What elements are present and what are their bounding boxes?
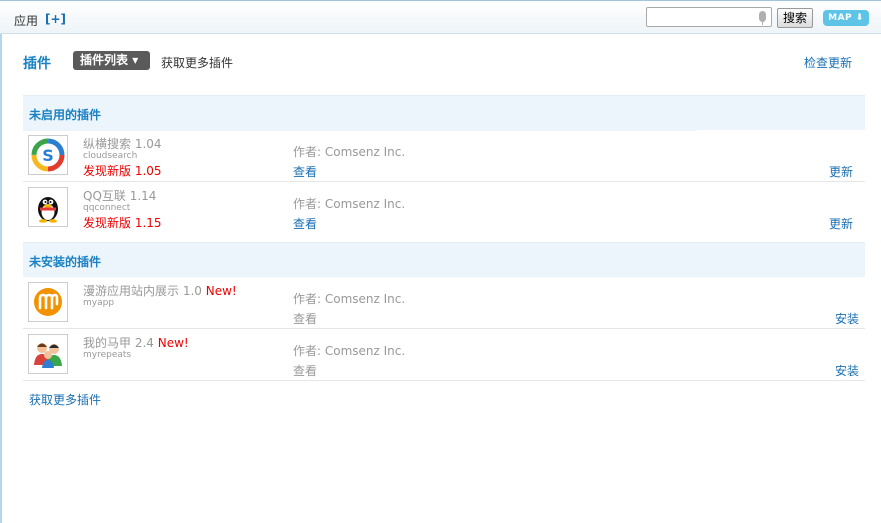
myrepeats-users-icon: [28, 334, 68, 374]
breadcrumb[interactable]: 应用: [14, 12, 38, 29]
map-label: MAP: [828, 13, 853, 23]
new-version-notice: 发现新版 1.05: [83, 164, 162, 178]
plugin-name: 漫游应用站内展示 1.0: [83, 284, 202, 298]
section-uninstalled-plugins: 未安装的插件: [23, 242, 865, 277]
qq-penguin-icon: [28, 187, 68, 227]
plugin-name-line: 我的马甲 2.4 New!: [83, 334, 189, 351]
search-input[interactable]: [646, 7, 772, 27]
plugin-name: QQ互联 1.14: [83, 189, 157, 203]
plugin-author: 作者: Comsenz Inc.: [293, 292, 406, 306]
plugin-author: 作者: Comsenz Inc.: [293, 145, 406, 159]
tab-plugin-list[interactable]: 插件列表 ▾: [73, 51, 150, 70]
plugin-id: qqconnect: [83, 203, 131, 213]
svg-text:S: S: [42, 146, 54, 165]
section-title: 未启用的插件: [29, 108, 102, 122]
new-badge: New!: [205, 284, 237, 298]
plugin-row: S 纵横搜索 1.04 cloudsearch 发现新版 1.05 作者: Co…: [23, 130, 865, 182]
install-link[interactable]: 安装: [835, 362, 859, 379]
cloudsearch-icon: S: [28, 135, 68, 175]
new-version-notice: 发现新版 1.15: [83, 216, 162, 230]
divider: [23, 130, 696, 131]
top-bar: 应用 [+] 搜索 MAP ⬇: [0, 0, 881, 34]
update-link[interactable]: 更新: [829, 215, 853, 232]
install-link[interactable]: 安装: [835, 310, 859, 327]
view-link[interactable]: 查看: [293, 215, 317, 232]
search-button[interactable]: 搜索: [777, 8, 813, 28]
plugin-author: 作者: Comsenz Inc.: [293, 344, 406, 358]
page-title: 插件: [23, 56, 51, 72]
add-shortcut-link[interactable]: [+]: [45, 12, 66, 26]
plugin-name-line: 漫游应用站内展示 1.0 New!: [83, 282, 237, 299]
plugin-id: cloudsearch: [83, 151, 138, 161]
check-update-link[interactable]: 检查更新: [804, 54, 852, 71]
plugin-author: 作者: Comsenz Inc.: [293, 197, 406, 211]
map-button[interactable]: MAP ⬇: [823, 10, 869, 26]
tab-label: 插件列表: [80, 53, 129, 67]
divider: [23, 380, 865, 381]
plugin-name: 我的马甲 2.4: [83, 336, 154, 350]
plugin-row: 漫游应用站内展示 1.0 New! myapp 作者: Comsenz Inc.…: [23, 277, 865, 329]
plugin-row: QQ互联 1.14 qqconnect 发现新版 1.15 作者: Comsen…: [23, 182, 865, 234]
section-disabled-plugins: 未启用的插件: [23, 95, 865, 130]
section-title: 未安装的插件: [29, 255, 102, 269]
tab-get-more-plugins[interactable]: 获取更多插件: [161, 54, 233, 71]
get-more-plugins-link[interactable]: 获取更多插件: [29, 391, 101, 408]
update-link[interactable]: 更新: [829, 163, 853, 180]
plugin-name: 纵横搜索 1.04: [83, 137, 162, 151]
plugin-row: 我的马甲 2.4 New! myrepeats 作者: Comsenz Inc.…: [23, 329, 865, 381]
arrow-down-icon: ⬇: [852, 13, 864, 23]
microphone-icon[interactable]: [759, 11, 766, 25]
view-link[interactable]: 查看: [293, 310, 317, 327]
myapp-icon: [28, 282, 68, 322]
caret-down-icon: ▾: [128, 53, 139, 67]
plugin-id: myrepeats: [83, 350, 132, 360]
plugin-id: myapp: [83, 298, 115, 308]
new-badge: New!: [157, 336, 189, 350]
view-link[interactable]: 查看: [293, 163, 317, 180]
view-link[interactable]: 查看: [293, 362, 317, 379]
